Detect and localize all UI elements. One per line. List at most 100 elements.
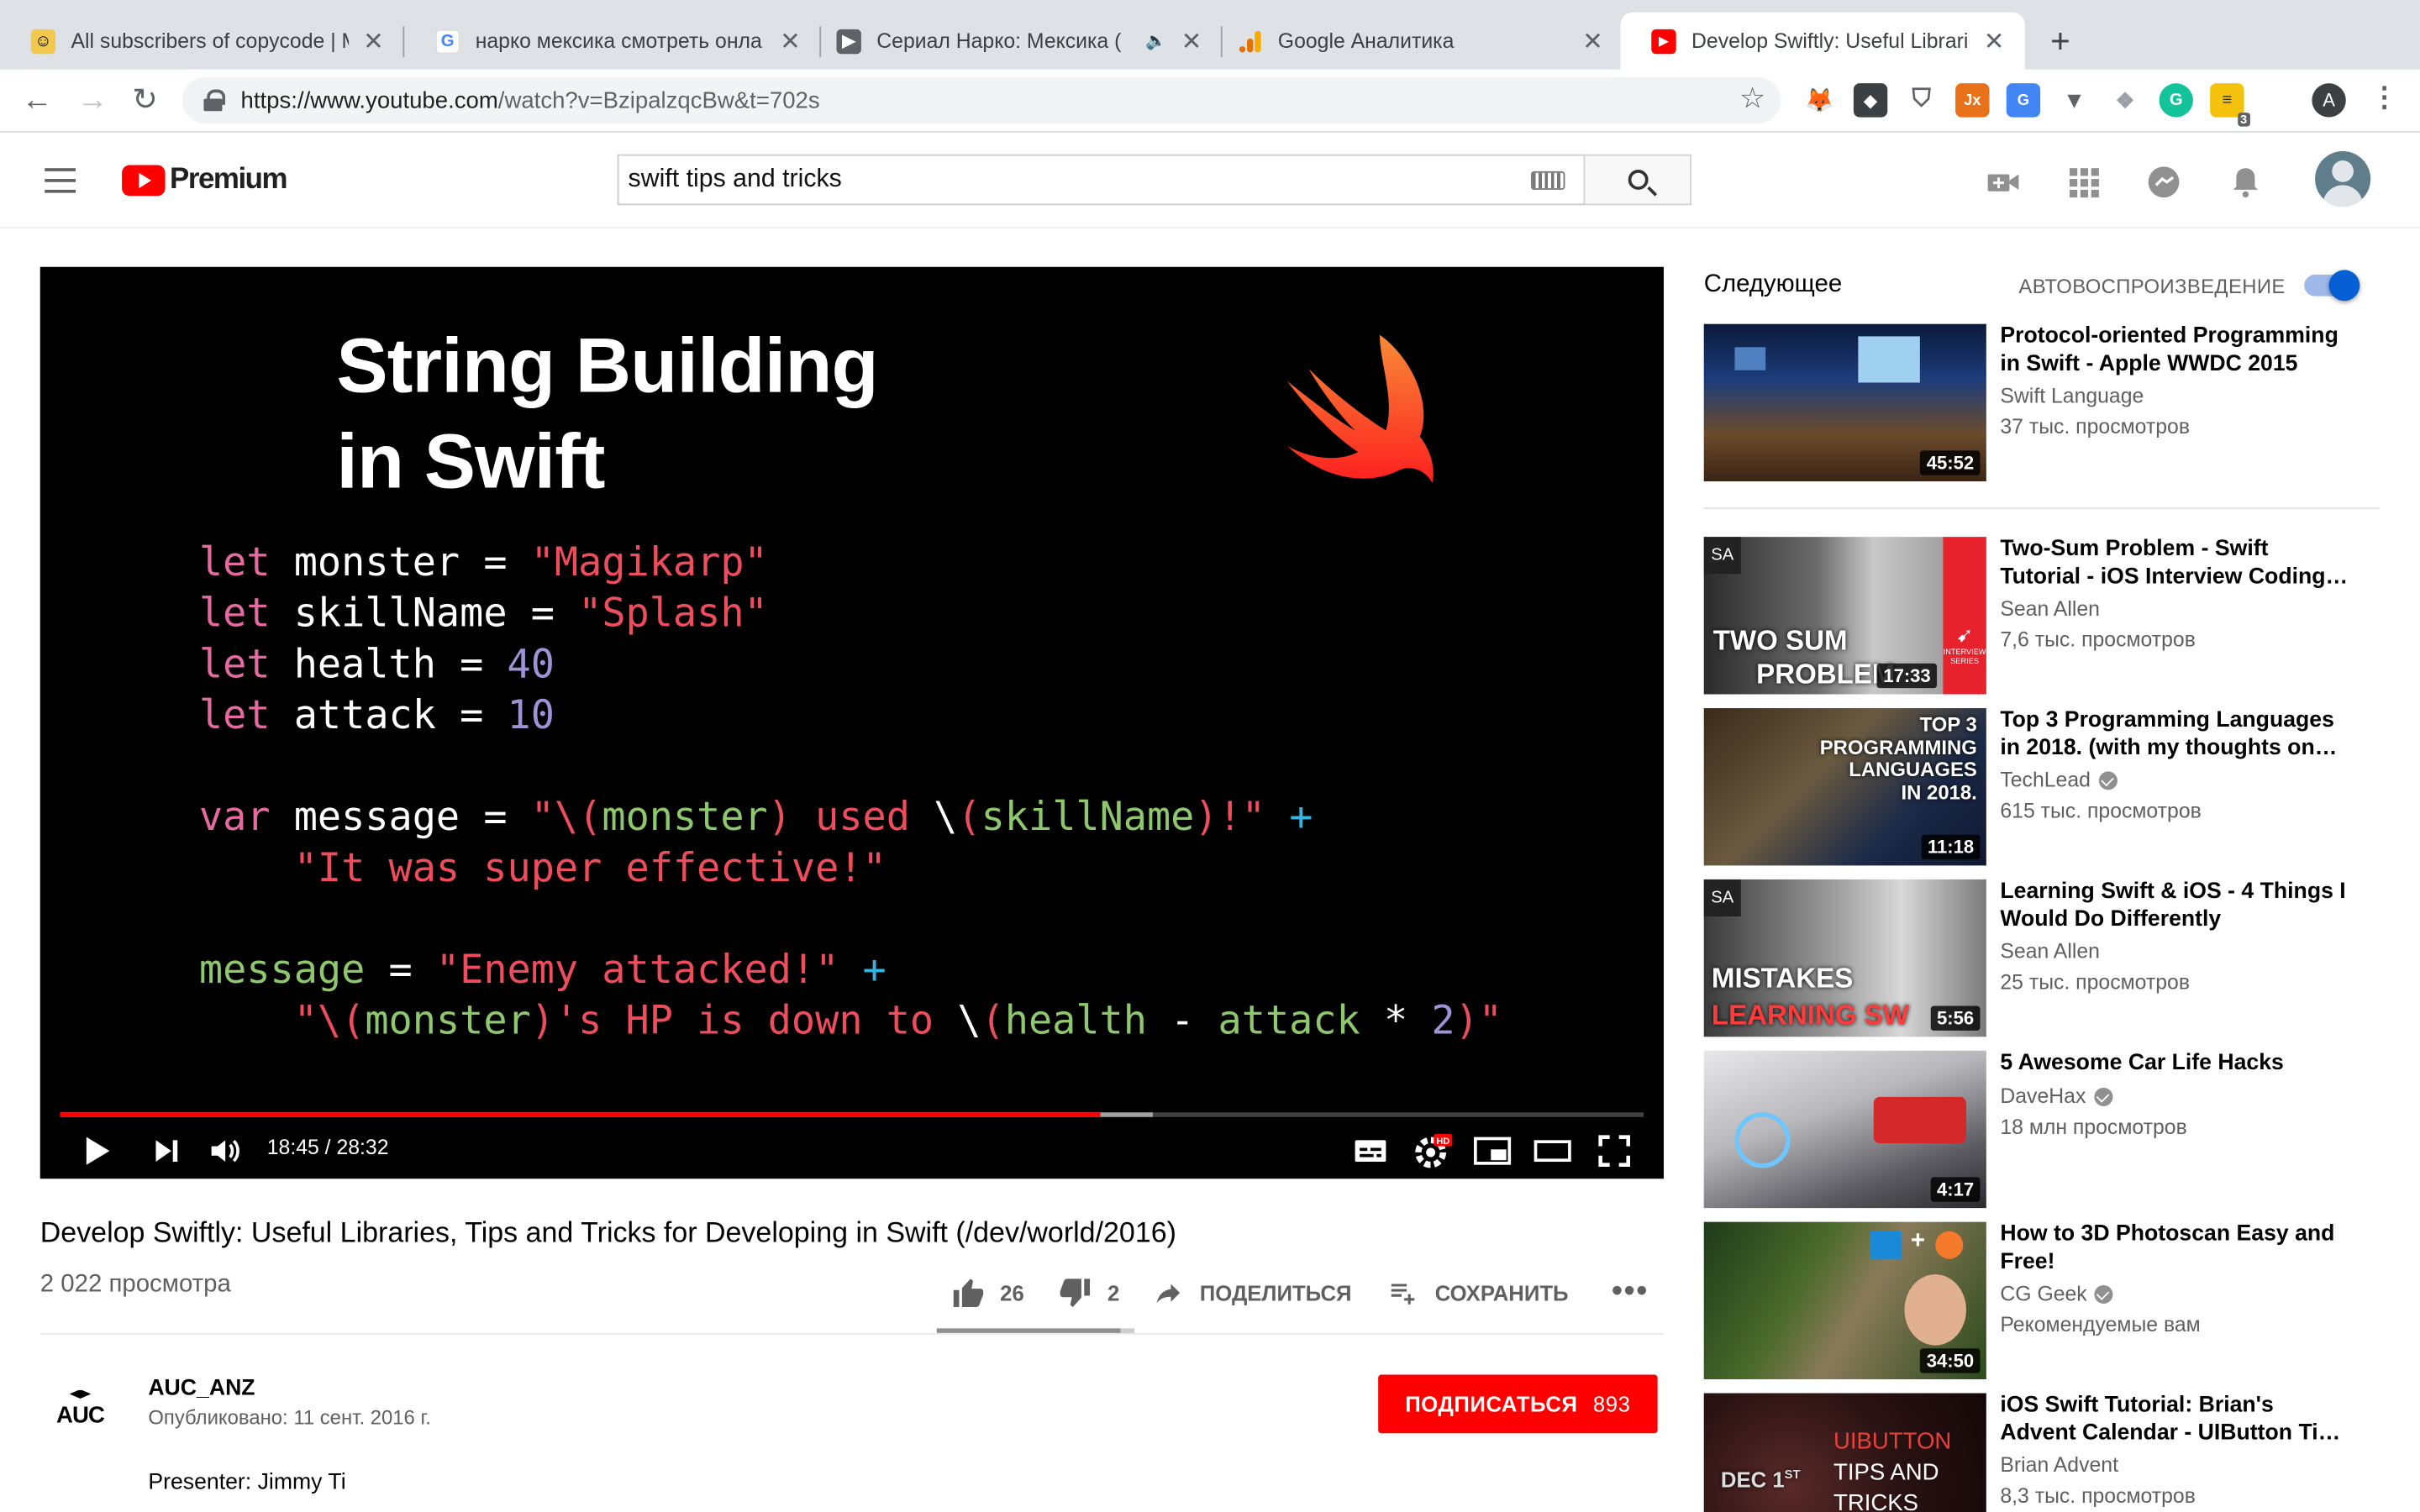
video-thumbnail[interactable]: 4:17 [1703,1050,1986,1209]
channel-name[interactable]: DaveHax [2000,1084,2112,1108]
video-thumbnail[interactable]: + 34:50 [1703,1221,1986,1380]
create-video-icon[interactable] [1985,164,2022,201]
up-next-heading: Следующее [1703,271,1843,298]
code-token: + [1265,794,1313,842]
code-line: "\(monster)'s HP is down to \(health - a… [199,997,1502,1048]
dropbox-icon[interactable]: ❖ [2108,83,2142,117]
bookmark-star-icon[interactable]: ☆ [1739,81,1765,117]
browser-menu-icon[interactable]: ⋮ [2370,81,2398,114]
account-avatar[interactable] [2315,150,2371,207]
video-title: Develop Swiftly: Useful Libraries, Tips … [39,1215,1176,1248]
tab-analytics[interactable]: Google Аналитика ✕ [1207,13,1623,70]
recommended-video[interactable]: TOP 3 PROGRAMMING LANGUAGES IN 2018. 11:18 … [1703,708,2383,866]
messages-icon[interactable] [2145,164,2182,201]
speaker-icon[interactable]: 🔈 [1145,31,1166,51]
apps-grid-icon[interactable] [2065,164,2102,201]
calendar-date: DEC 1ST [1721,1467,1801,1492]
new-tab-button[interactable]: + [2040,22,2081,62]
tab-google-search[interactable]: G нарко мексика смотреть онла ✕ [404,13,822,70]
progress-bar[interactable] [60,1112,1644,1117]
channel-name[interactable]: CG Geek [2000,1282,2113,1305]
channel-name[interactable]: Brian Advent [2000,1453,2118,1477]
overlay-line: TIPS AND [1833,1459,1939,1486]
autoplay-toggle[interactable] [2304,270,2360,302]
lightbulb-extension-icon[interactable]: ◆ [1853,83,1888,118]
vpn-icon[interactable]: ▼ [2057,83,2091,117]
keyboard-icon[interactable] [1531,170,1565,189]
channel-label: Sean Allen [2000,939,2100,963]
channel-name[interactable]: Sean Allen [2000,597,2100,621]
youtube-icon: ▶ [1651,28,1676,54]
miniplayer-icon[interactable] [1472,1132,1512,1169]
save-button[interactable]: СОХРАНИТЬ [1386,1277,1569,1308]
share-button[interactable]: ПОДЕЛИТЬСЯ [1154,1277,1352,1308]
video-title[interactable]: 5 Awesome Car Life Hacks [2000,1051,2352,1078]
video-thumbnail[interactable]: 45:52 [1703,323,1986,482]
theater-mode-icon[interactable] [1533,1132,1573,1169]
video-title[interactable]: How to 3D Photoscan Easy and Free! [2000,1222,2352,1276]
video-title[interactable]: Learning Swift & iOS - 4 Things I Would … [2000,879,2352,933]
recommended-video[interactable]: 4:17 5 Awesome Car Life Hacks DaveHax 18… [1703,1050,2383,1209]
play-icon[interactable] [82,1132,113,1169]
video-thumbnail[interactable]: DEC 1ST UIBUTTON TIPS AND TRICKS [1703,1393,1986,1512]
back-icon[interactable]: ← [18,81,55,118]
fullscreen-icon[interactable] [1596,1132,1633,1169]
search-input[interactable] [618,155,1532,204]
channel-name[interactable]: Swift Language [2000,384,2144,407]
video-player[interactable]: String Building in Swift let monster = "… [39,266,1664,1179]
code-token: ( [957,794,981,842]
close-icon[interactable]: ✕ [1981,25,2006,56]
youtube-logo[interactable]: Premium [122,164,288,197]
video-thumbnail[interactable]: SA ➹ INTERVIEW SERIES TWO SUM PROBLEM 17:3… [1703,537,1986,695]
metamask-icon[interactable]: 🦊 [1802,83,1836,117]
video-title[interactable]: Two-Sum Problem - Swift Tutorial - iOS I… [2000,537,2352,591]
like-button[interactable]: 26 [950,1275,1024,1309]
more-actions-icon[interactable]: ••• [1612,1274,1649,1310]
subtitles-icon[interactable] [1352,1132,1389,1169]
video-title[interactable]: Top 3 Programming Languages in 2018. (wi… [2000,708,2352,762]
series-side-label: ➹ INTERVIEW SERIES [1943,537,1986,695]
shield-icon[interactable]: ⛉ [1904,83,1938,117]
close-icon[interactable]: ✕ [778,25,802,56]
view-count: 2 022 просмотра [39,1271,231,1298]
recommended-video[interactable]: DEC 1ST UIBUTTON TIPS AND TRICKS iOS Swift… [1703,1393,2383,1512]
dislike-button[interactable]: 2 [1058,1275,1119,1309]
forward-icon[interactable]: → [74,81,111,118]
subscribe-button[interactable]: ПОДПИСАТЬСЯ 893 [1378,1374,1658,1434]
reload-icon[interactable]: ↻ [127,81,164,118]
code-token: let [198,539,271,586]
translate-icon[interactable]: G [2006,83,2041,118]
address-bar[interactable]: https://www.youtube.com/watch?v=Bzipalzq… [182,76,1781,123]
video-thumbnail[interactable]: SA MISTAKES LEARNING SW 5:56 [1703,879,1986,1037]
tab-mailchimp[interactable]: ☺ All subscribers of copycode | M ✕ [0,13,405,70]
channel-name[interactable]: Sean Allen [2000,940,2100,963]
close-icon[interactable]: ✕ [1581,25,1605,56]
code-token: ( [341,998,366,1045]
close-icon[interactable]: ✕ [361,25,386,56]
recommended-video[interactable]: 45:52 Protocol-oriented Programming in S… [1703,323,2383,482]
volume-icon[interactable] [207,1132,244,1169]
tab-series[interactable]: ▶ Сериал Нарко: Мексика ( 🔈 ✕ [806,13,1223,70]
channel-name[interactable]: AUC_ANZ [148,1376,255,1400]
svg-text:HD: HD [1436,1137,1449,1147]
settings-gear-icon[interactable]: HD [1413,1132,1454,1169]
close-icon[interactable]: ✕ [1179,25,1203,56]
channel-avatar[interactable]: AUC [46,1378,114,1439]
notifications-bell-icon[interactable] [2227,164,2264,201]
search-button[interactable] [1583,154,1692,206]
profile-avatar[interactable]: A [2312,83,2346,118]
recommended-video[interactable]: SA ➹ INTERVIEW SERIES TWO SUM PROBLEM 17:3… [1703,537,2383,695]
channel-name[interactable]: TechLead [2000,769,2118,791]
notes-extension-icon[interactable]: ≡ 3 [2210,83,2250,127]
grammarly-icon[interactable]: G [2159,83,2193,118]
tab-youtube-active[interactable]: ▶ Develop Swiftly: Useful Librarie ✕ [1620,12,2025,70]
video-duration: 11:18 [1921,834,1981,860]
menu-icon[interactable] [45,168,76,193]
jx-extension-icon[interactable]: Jx [1955,83,1990,118]
recommended-video[interactable]: SA MISTAKES LEARNING SW 5:56 Learning Swi… [1703,879,2383,1037]
next-icon[interactable] [151,1132,182,1169]
video-title[interactable]: iOS Swift Tutorial: Brian's Advent Calen… [2000,1394,2352,1447]
video-thumbnail[interactable]: TOP 3 PROGRAMMING LANGUAGES IN 2018. 11:18 [1703,708,1986,866]
recommended-video[interactable]: + 34:50 How to 3D Photoscan Easy and Fre… [1703,1221,2383,1380]
video-title[interactable]: Protocol-oriented Programming in Swift -… [2000,324,2352,378]
